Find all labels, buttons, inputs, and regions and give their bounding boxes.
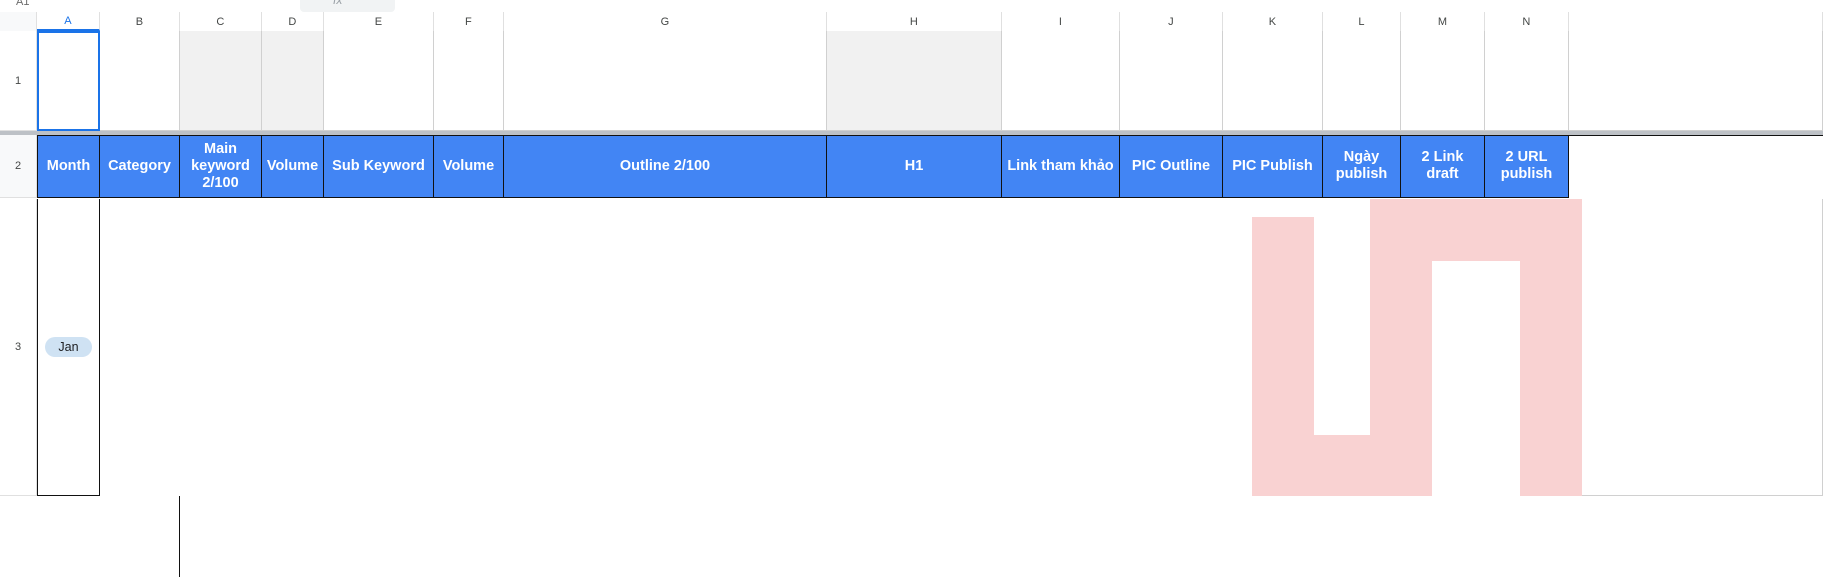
cell-J1[interactable]	[1120, 31, 1223, 131]
column-header-c[interactable]: C	[180, 12, 262, 31]
column-header-d[interactable]: D	[262, 12, 324, 31]
header-cell-J2[interactable]: PIC Outline	[1120, 135, 1223, 198]
cell-row1-overflow[interactable]	[1569, 31, 1823, 131]
column-header-overflow	[1569, 12, 1823, 31]
cell-I1[interactable]	[1002, 31, 1120, 131]
header-cell-B2[interactable]: Category	[100, 135, 180, 198]
header-cell-I2[interactable]: Link tham khảo	[1002, 135, 1120, 198]
cell-B1[interactable]	[100, 31, 180, 131]
cell-F1[interactable]	[434, 31, 504, 131]
column-header-j[interactable]: J	[1120, 12, 1223, 31]
formula-bar-strip: A1 fx	[0, 0, 1823, 12]
column-header-bar: ABCDEFGHIJKLMN	[0, 12, 1823, 31]
header-cell-N2[interactable]: 2 URL publish	[1485, 135, 1569, 198]
column-header-n[interactable]: N	[1485, 12, 1569, 31]
header-cell-D2[interactable]: Volume	[262, 135, 324, 198]
header-cell-K2[interactable]: PIC Publish	[1223, 135, 1323, 198]
header-cell-A2[interactable]: Month	[37, 135, 100, 198]
cell-M1[interactable]	[1401, 31, 1485, 131]
header-cell-E2[interactable]: Sub Keyword	[324, 135, 434, 198]
cell-K1[interactable]	[1223, 31, 1323, 131]
function-icon: fx	[333, 0, 343, 7]
row-header-1[interactable]: 1	[0, 31, 37, 131]
cell-L1[interactable]	[1323, 31, 1401, 131]
header-cell-M2[interactable]: 2 Link draft	[1401, 135, 1485, 198]
header-cell-C2[interactable]: Main keyword 2/100	[180, 135, 262, 198]
column-header-e[interactable]: E	[324, 12, 434, 31]
header-cell-L2[interactable]: Ngày publish	[1323, 135, 1401, 198]
column-header-k[interactable]: K	[1223, 12, 1323, 31]
row-header-2[interactable]: 2	[0, 135, 37, 198]
name-box[interactable]: A1	[16, 0, 29, 8]
selected-cell-a1[interactable]	[37, 31, 100, 131]
header-cell-F2[interactable]: Volume	[434, 135, 504, 198]
formula-input[interactable]	[300, 0, 395, 12]
column-header-g[interactable]: G	[504, 12, 827, 31]
header-top-rule	[37, 135, 1823, 136]
cell-H1[interactable]	[827, 31, 1002, 131]
badge-month: Jan	[45, 337, 92, 357]
sheet-watermark-logo	[1252, 199, 1582, 496]
select-all-corner[interactable]	[0, 12, 37, 31]
column-header-l[interactable]: L	[1323, 12, 1401, 31]
column-header-b[interactable]: B	[100, 12, 180, 31]
column-header-f[interactable]: F	[434, 12, 504, 31]
cell-A3[interactable]: Jan	[37, 199, 100, 496]
cell-N1[interactable]	[1485, 31, 1569, 131]
column-header-m[interactable]: M	[1401, 12, 1485, 31]
cell-G1[interactable]	[504, 31, 827, 131]
cell-row3-overflow[interactable]	[1569, 199, 1823, 496]
spreadsheet-app: A1 fx ABCDEFGHIJKLMN 1 2 3 Month Category…	[0, 0, 1823, 577]
column-header-a[interactable]: A	[37, 12, 100, 31]
cell-B3[interactable]: Hosting	[100, 496, 180, 577]
cell-C1[interactable]	[180, 31, 262, 131]
column-header-h[interactable]: H	[827, 12, 1002, 31]
header-cell-G2[interactable]: Outline 2/100	[504, 135, 827, 198]
row-header-3[interactable]: 3	[0, 199, 37, 496]
cell-D1[interactable]	[262, 31, 324, 131]
cell-E1[interactable]	[324, 31, 434, 131]
column-header-i[interactable]: I	[1002, 12, 1120, 31]
header-cell-H2[interactable]: H1	[827, 135, 1002, 198]
